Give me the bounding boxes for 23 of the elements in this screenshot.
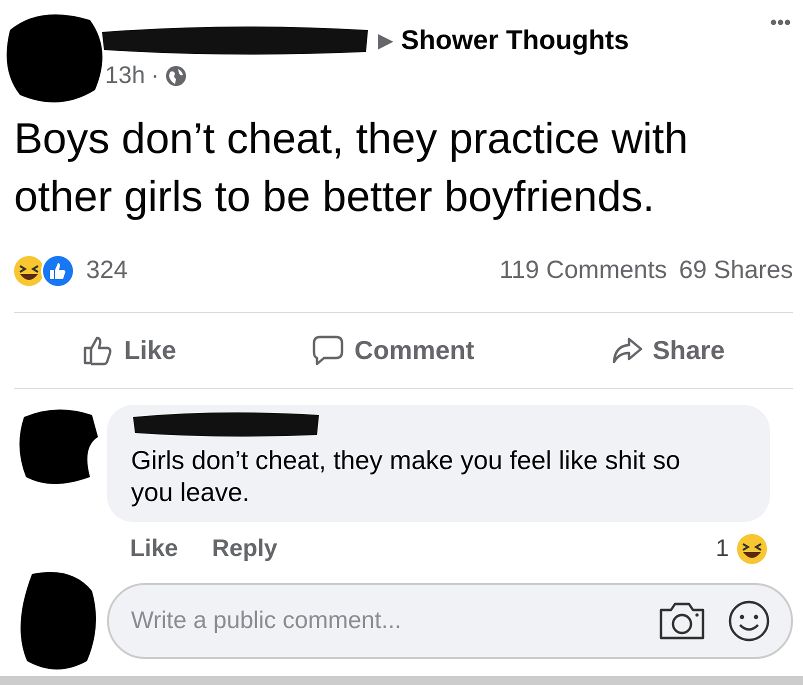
speech-bubble-icon — [312, 334, 344, 366]
action-button[interactable]: Like — [72, 328, 186, 372]
action-button[interactable]: Share — [600, 328, 735, 372]
comment-input-field[interactable]: Write a public comment... — [129, 606, 637, 636]
comment-reaction-count: 1 — [716, 534, 729, 563]
smiley-icon[interactable] — [727, 598, 771, 643]
separator: · — [151, 62, 160, 90]
globe-icon — [165, 65, 188, 87]
share-count[interactable]: 69 Shares — [679, 256, 793, 286]
comment-action-link[interactable]: Reply — [212, 534, 278, 563]
action-button[interactable]: Comment — [302, 328, 484, 372]
arrow-icon: ▶ — [378, 28, 393, 52]
more-button[interactable]: ••• — [770, 12, 791, 35]
comment-count[interactable]: 119 Comments — [499, 256, 668, 286]
post-time: 13h — [105, 62, 146, 90]
reaction-count[interactable]: 324 — [86, 256, 128, 286]
laughing-face-icon — [735, 532, 769, 566]
comment-text: Girls don’t cheat, they make you feel like shit so you leave. — [131, 444, 682, 508]
comment-action-link[interactable]: Like — [130, 534, 178, 563]
page-name[interactable]: Shower Thoughts — [401, 24, 629, 56]
thumbs-up-icon — [82, 334, 114, 366]
comment-composer-field[interactable]: Write a public comment... — [107, 582, 793, 659]
post-text: Boys don’t cheat, they practice with other girls to be better boyfriends. — [14, 114, 690, 223]
